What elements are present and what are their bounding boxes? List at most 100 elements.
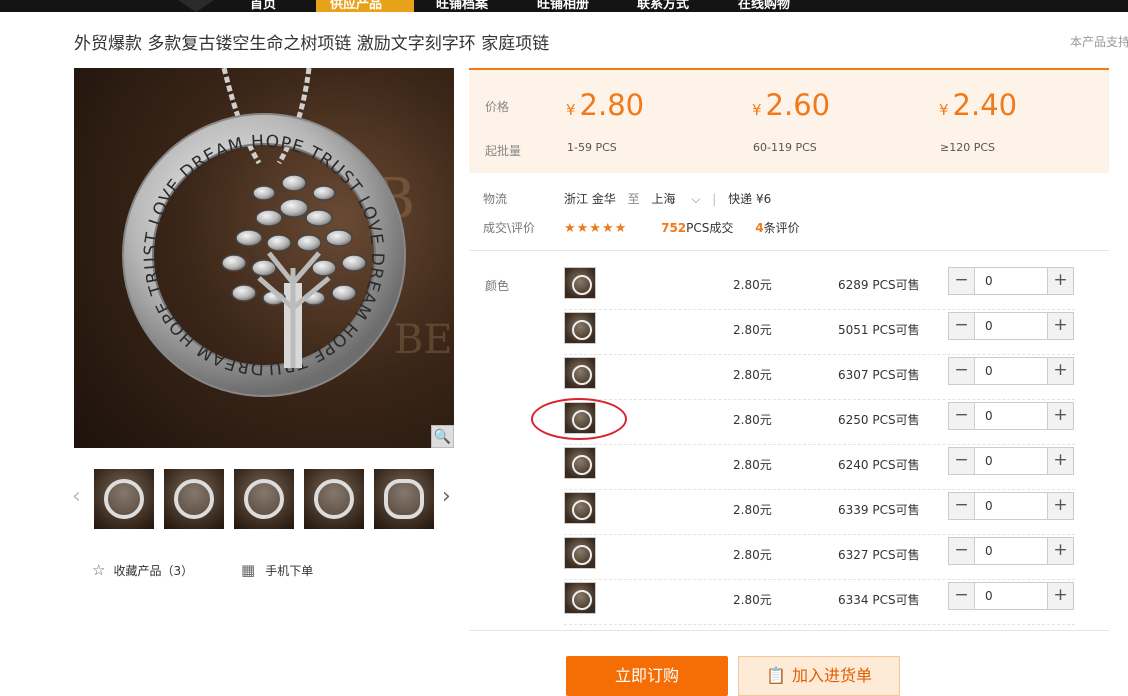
sku-price: 2.80元: [733, 503, 772, 517]
sku-thumbnail[interactable]: [564, 312, 596, 344]
moq-label: 起批量: [485, 144, 522, 158]
price-tier-1: ¥2.80: [566, 88, 645, 122]
support-note: 本产品支持: [1070, 35, 1128, 49]
moq-tier-3: ≥120 PCS: [940, 141, 996, 154]
quantity-stepper: − 0 +: [948, 537, 1074, 565]
minus-button[interactable]: −: [949, 583, 975, 609]
quantity-input[interactable]: 0: [985, 409, 993, 423]
nav-item-home[interactable]: 首页: [250, 0, 276, 12]
mobile-order-label: 手机下单: [265, 564, 314, 578]
minus-button[interactable]: −: [949, 268, 975, 294]
rating-stars-icon: ★★★★★: [564, 221, 628, 236]
price-panel: 价格 起批量 ¥2.80 ¥2.60 ¥2.40 1-59 PCS 60-119…: [469, 68, 1109, 173]
sku-thumbnail[interactable]: [564, 537, 596, 569]
nav-notch: [178, 0, 214, 12]
sku-price: 2.80元: [733, 323, 772, 337]
minus-button[interactable]: −: [949, 538, 975, 564]
chevron-right-icon[interactable]: ›: [442, 484, 451, 509]
sku-price: 2.80元: [733, 368, 772, 382]
quantity-stepper: − 0 +: [948, 312, 1074, 340]
logistics-label: 物流: [483, 192, 508, 206]
price-label: 价格: [485, 100, 510, 114]
quantity-input[interactable]: 0: [985, 319, 993, 333]
sku-price: 2.80元: [733, 593, 772, 607]
thumbnail-4[interactable]: [304, 469, 364, 529]
thumbnail-3[interactable]: [234, 469, 294, 529]
quantity-input[interactable]: 0: [985, 499, 993, 513]
quantity-stepper: − 0 +: [948, 582, 1074, 610]
chevron-down-icon[interactable]: ⌵: [691, 192, 700, 206]
pendant-engraving-text: DREAM HOPE TRUST LOVE DREAM HOPE TRUST L…: [74, 68, 386, 378]
clipboard-icon: 📋: [766, 666, 786, 685]
highlight-circle-annotation: [531, 398, 627, 440]
sku-price: 2.80元: [733, 548, 772, 562]
pendant-illustration: B BE DREAM HOPE TRUST LOVE DREAM HOPE TR…: [74, 68, 453, 397]
sku-thumbnail[interactable]: [564, 357, 596, 389]
minus-button[interactable]: −: [949, 313, 975, 339]
rating-row: ★★★★★ 752PCS成交 4条评价: [564, 219, 800, 236]
sku-row: 2.80元 6250 PCS可售 − 0 +: [564, 400, 1075, 445]
minus-button[interactable]: −: [949, 493, 975, 519]
sku-thumbnail[interactable]: [564, 582, 596, 614]
moq-tier-1: 1-59 PCS: [567, 141, 617, 154]
minus-button[interactable]: −: [949, 448, 975, 474]
plus-button[interactable]: +: [1047, 448, 1073, 474]
plus-button[interactable]: +: [1047, 313, 1073, 339]
nav-item-profile[interactable]: 旺铺档案: [436, 0, 488, 12]
plus-button[interactable]: +: [1047, 493, 1073, 519]
sku-thumbnail[interactable]: [564, 492, 596, 524]
thumbnail-1[interactable]: [94, 469, 154, 529]
qr-code-icon: ▦: [241, 561, 256, 579]
sku-price: 2.80元: [733, 278, 772, 292]
sku-stock: 5051 PCS可售: [838, 323, 920, 337]
sku-row: 2.80元 6307 PCS可售 − 0 +: [564, 355, 1075, 400]
plus-button[interactable]: +: [1047, 358, 1073, 384]
plus-button[interactable]: +: [1047, 538, 1073, 564]
quantity-stepper: − 0 +: [948, 357, 1074, 385]
magnifier-icon[interactable]: 🔍: [431, 425, 454, 448]
quantity-input[interactable]: 0: [985, 364, 993, 378]
sku-row: 2.80元 6240 PCS可售 − 0 +: [564, 445, 1075, 490]
plus-button[interactable]: +: [1047, 403, 1073, 429]
sku-row: 2.80元 6327 PCS可售 − 0 +: [564, 535, 1075, 580]
chevron-left-icon[interactable]: ‹: [72, 484, 81, 509]
nav-item-products[interactable]: 供应产品: [330, 0, 382, 12]
nav-item-album[interactable]: 旺铺相册: [537, 0, 589, 12]
sold-count[interactable]: 752: [661, 221, 686, 235]
sku-stock: 6250 PCS可售: [838, 413, 920, 427]
sold-suffix: PCS成交: [686, 221, 734, 235]
nav-item-shop-online[interactable]: 在线购物: [738, 0, 790, 12]
minus-button[interactable]: −: [949, 358, 975, 384]
order-now-button[interactable]: 立即订购: [566, 656, 728, 696]
nav-item-contact[interactable]: 联系方式: [637, 0, 689, 12]
divider: [469, 630, 1109, 631]
ship-from: 浙江 金华: [564, 192, 616, 206]
svg-text:DREAM HOPE TRUST LOVE DREAM HO: DREAM HOPE TRUST LOVE DREAM HOPE TRUST L…: [74, 68, 387, 378]
quantity-input[interactable]: 0: [985, 589, 993, 603]
minus-button[interactable]: −: [949, 403, 975, 429]
sku-price: 2.80元: [733, 458, 772, 472]
price-tier-3: ¥2.40: [939, 88, 1018, 122]
mobile-order-link[interactable]: ▦ 手机下单: [241, 561, 313, 579]
main-product-image[interactable]: B BE DREAM HOPE TRUST LOVE DREAM HOPE TR…: [74, 68, 454, 448]
sku-thumbnail[interactable]: [564, 267, 596, 299]
quantity-input[interactable]: 0: [985, 454, 993, 468]
quantity-input[interactable]: 0: [985, 544, 993, 558]
sku-row: 2.80元 6339 PCS可售 − 0 +: [564, 490, 1075, 535]
plus-button[interactable]: +: [1047, 268, 1073, 294]
logistics-info: 浙江 金华 至 上海 ⌵ | 快递 ¥6: [564, 192, 772, 206]
thumbnail-5[interactable]: [374, 469, 434, 529]
price-tier-2: ¥2.60: [752, 88, 831, 122]
quantity-input[interactable]: 0: [985, 274, 993, 288]
add-to-cart-button[interactable]: 📋 加入进货单: [738, 656, 900, 696]
plus-button[interactable]: +: [1047, 583, 1073, 609]
deals-label: 成交\评价: [483, 221, 536, 235]
sku-price: 2.80元: [733, 413, 772, 427]
favorite-product-link[interactable]: ☆ 收藏产品（3）: [92, 561, 193, 579]
divider: [469, 250, 1109, 251]
review-count[interactable]: 4: [755, 221, 763, 235]
sku-thumbnail[interactable]: [564, 447, 596, 479]
sku-row: 2.80元 5051 PCS可售 − 0 +: [564, 310, 1075, 355]
thumbnail-2[interactable]: [164, 469, 224, 529]
ship-to-select[interactable]: 上海: [652, 192, 676, 206]
